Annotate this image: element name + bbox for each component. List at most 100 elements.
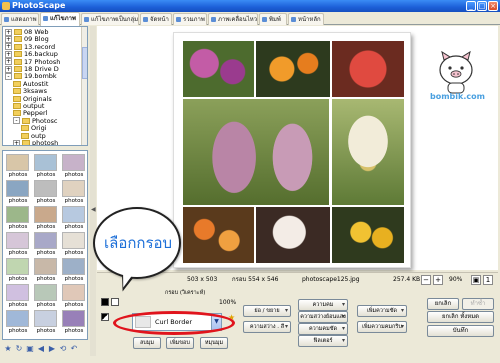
photo-purple-orchids <box>183 41 254 97</box>
thumbnail[interactable] <box>34 310 57 327</box>
scrollbar-thumb[interactable] <box>82 47 87 79</box>
contrast-button[interactable]: ความคมชัด <box>298 323 348 335</box>
thumbnail-label: photos <box>36 328 56 334</box>
sharpen-crisp-button[interactable]: เพิ่มความคมกริบ <box>357 321 407 333</box>
folder-icon <box>14 58 22 65</box>
tab-animated-gif[interactable]: ภาพเคลื่อนไหว <box>208 13 258 25</box>
thumbnail-label: photos <box>64 250 84 256</box>
thumbnail[interactable] <box>62 258 85 275</box>
tab-combine[interactable]: รวมภาพ <box>173 13 207 25</box>
thumbnail-label: photos <box>64 172 84 178</box>
thumbnail[interactable] <box>62 154 85 171</box>
margin-button[interactable]: เพิ่มขอบ <box>166 337 194 349</box>
collapse-icon[interactable]: - <box>13 117 20 125</box>
file-name: photoscape125.jpg <box>302 276 360 283</box>
color-black-swatch[interactable] <box>101 298 109 306</box>
thumbnail[interactable] <box>6 284 29 301</box>
thumbnail[interactable] <box>62 232 85 249</box>
pane-splitter[interactable]: ◀ <box>90 26 96 356</box>
photo-orchid-buds <box>183 99 329 205</box>
app-icon <box>2 2 10 10</box>
zoom-actual-icon[interactable]: 1 <box>483 275 493 285</box>
brightness-color-button[interactable]: ความสว่าง . สี <box>243 321 291 333</box>
folder-icon <box>22 140 30 145</box>
thumbnail[interactable] <box>6 232 29 249</box>
rotate-corner-button[interactable]: หมุนมุม <box>200 337 228 349</box>
resize-button[interactable]: ย่อ / ขยาย <box>243 305 291 317</box>
minimize-button[interactable]: _ <box>466 1 476 11</box>
thumbnail-label: photos <box>64 276 84 282</box>
thumbnail[interactable] <box>62 206 85 223</box>
thumbnail[interactable] <box>6 206 29 223</box>
undo-all-button[interactable]: ยกเลิก ทั้งหมด <box>427 311 494 323</box>
tab-batch-editor[interactable]: แก้ไขภาพเป็นกลุ่ม <box>81 13 139 25</box>
thumbnail[interactable] <box>34 154 57 171</box>
title-bar: PhotoScape _ □ × <box>0 0 500 12</box>
thumbnail-label: photos <box>8 328 28 334</box>
folder-tree[interactable]: +08 Web +09 Blog +13.record +16.backup +17 P… <box>2 26 88 146</box>
sharpen-button[interactable]: เพิ่มความชัด <box>357 305 407 317</box>
thumbnail[interactable] <box>34 206 57 223</box>
redo-button[interactable]: ทำซ้ำ <box>462 298 494 310</box>
folder-icon[interactable]: ▣ <box>26 345 34 353</box>
thumbnail[interactable] <box>6 310 29 327</box>
tab-viewer[interactable]: แสดงภาพ <box>1 13 39 25</box>
thumbnail[interactable] <box>62 180 85 197</box>
thumbnail[interactable] <box>34 258 57 275</box>
maximize-button[interactable]: □ <box>477 1 487 11</box>
zoom-in-icon[interactable]: + <box>433 275 443 285</box>
collapse-arrow-icon[interactable]: ◀ <box>91 206 96 213</box>
thumbnail[interactable] <box>62 310 85 327</box>
folder-icon <box>13 88 21 95</box>
color-toggle-swatch[interactable] <box>101 313 109 321</box>
thumbnail-label: photos <box>64 328 84 334</box>
thumbnail[interactable] <box>34 180 57 197</box>
folder-icon <box>22 117 30 124</box>
folder-icon <box>13 80 21 87</box>
photo-orange-orchid-cluster <box>183 207 254 263</box>
thumbnail[interactable] <box>62 284 85 301</box>
color-white-swatch[interactable] <box>111 298 119 306</box>
backlight-button[interactable]: ความสว่างย้อนแสง <box>298 311 348 323</box>
thumbnail[interactable] <box>34 232 57 249</box>
folder-icon <box>21 132 29 139</box>
folder-icon <box>14 29 22 35</box>
tree-item-label: photosh <box>32 139 59 146</box>
tab-home[interactable]: หน้าหลัก <box>288 13 324 25</box>
mascot-text: bombik.com <box>430 92 485 101</box>
filter-button[interactable]: ฟิลเตอร์ <box>298 335 348 347</box>
thumbnail-label: photos <box>8 198 28 204</box>
thumbnail-panel[interactable]: photos photos photos photos photos photos phot… <box>2 150 88 340</box>
folder-icon <box>14 36 22 43</box>
tab-editor[interactable]: แก้ไขภาพ <box>40 12 80 26</box>
zoom-out-icon[interactable]: − <box>421 275 431 285</box>
collapse-icon[interactable]: - <box>5 72 12 80</box>
folder-icon <box>13 110 21 117</box>
rotate-icon[interactable]: ⟲ <box>59 345 67 353</box>
photo-spotted-orchid <box>256 207 330 263</box>
expand-icon[interactable]: + <box>13 139 20 145</box>
forward-arrow-icon[interactable]: ▶ <box>48 345 56 353</box>
tab-page[interactable]: จัดหน้า <box>140 13 172 25</box>
thumbnail[interactable] <box>34 284 57 301</box>
star-icon[interactable]: ★ <box>4 345 12 353</box>
image-dimensions: 503 x 503 <box>187 276 218 283</box>
file-size: 257.4 KB <box>393 276 421 283</box>
undo-icon[interactable]: ↶ <box>70 345 78 353</box>
sharpness-button[interactable]: ความคม <box>298 299 348 311</box>
tab-print[interactable]: พิมพ์ <box>259 13 287 25</box>
frame-percent: 100% <box>219 299 237 306</box>
thumbnail[interactable] <box>6 154 29 171</box>
back-arrow-icon[interactable]: ◀ <box>37 345 45 353</box>
thumbnail[interactable] <box>6 180 29 197</box>
round-corner-button[interactable]: ลบมุม <box>133 337 161 349</box>
undo-button[interactable]: ยกเลิก <box>427 298 459 310</box>
thumbnail[interactable] <box>6 258 29 275</box>
tree-scrollbar[interactable] <box>81 27 87 145</box>
thumbnail-label: photos <box>36 172 56 178</box>
tree-item[interactable]: + photosh <box>13 139 59 146</box>
save-button[interactable]: บันทึก <box>427 325 494 337</box>
refresh-icon[interactable]: ↻ <box>15 345 23 353</box>
close-button[interactable]: × <box>488 1 498 11</box>
zoom-fit-icon[interactable]: ▣ <box>471 275 481 285</box>
